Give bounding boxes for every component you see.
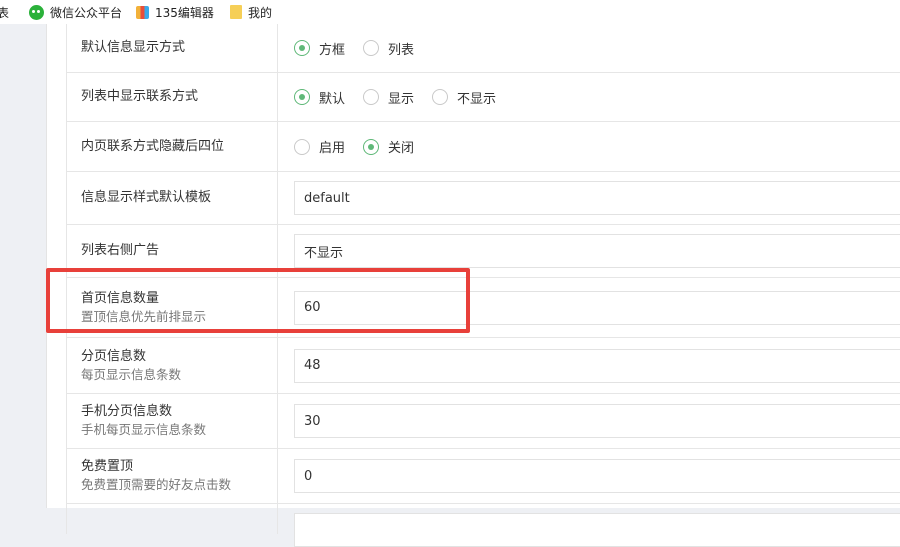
settings-form: 默认信息显示方式 方框 列表 列表中显示联系方式 默认 显示 不显示 内页联系方… [66,24,900,547]
field-cell: default [279,172,900,224]
bookmark-label: 微信公众平台 [50,5,123,20]
row-label-cell: 内页联系方式隐藏后四位 [67,122,278,171]
field-cell: 60 [279,278,900,337]
bookmark-wechat[interactable]: 微信公众平台 [29,0,122,24]
row-template: 信息显示样式默认模板 default [67,172,900,225]
radio-checked-icon [294,89,310,105]
page-count-input[interactable]: 48 [294,348,900,383]
row-label-cell: 手机分页信息数 手机每页显示信息条数 [67,394,278,448]
row-display-mode: 默认信息显示方式 方框 列表 [67,24,900,73]
row-label-cell: 默认信息显示方式 [67,24,278,72]
app-135-icon [136,5,150,19]
row-label-cell: 列表右侧广告 [67,225,278,277]
row-page-count: 分页信息数 每页显示信息条数 48 [67,338,900,394]
row-list-ad: 列表右侧广告 不显示 [67,225,900,278]
row-free-top: 免费置顶 免费置顶需要的好友点击数 0 [67,449,900,504]
field-label: 免费置顶 [81,459,134,474]
field-label: 手机分页信息数 [81,404,173,419]
row-label-cell: 信息显示样式默认模板 [67,172,278,224]
wechat-icon [29,4,45,20]
field-label: 首页信息数量 [81,290,160,306]
folder-icon [229,5,242,19]
field-cell: 30 [279,394,900,448]
field-hint: 置顶信息优先前排显示 [81,308,207,324]
field-label: 默认信息显示方式 [81,40,186,55]
radio-unchecked-icon [363,40,380,56]
free-top-input[interactable]: 0 [294,459,900,493]
bookmark-135[interactable]: 135编辑器 [136,0,214,24]
row-mobile-page-count: 手机分页信息数 手机每页显示信息条数 30 [67,394,900,449]
radio-group-hide-last4: 启用 关闭 [279,122,900,171]
radio-display-list[interactable]: 列表 [363,39,414,58]
row-label-cell: 列表中显示联系方式 [67,73,278,121]
partial-input[interactable] [294,513,900,547]
radio-checked-icon [363,138,380,155]
field-cell: 48 [279,338,900,393]
radio-label: 显示 [388,91,415,107]
row-home-count: 首页信息数量 置顶信息优先前排显示 60 [67,278,900,338]
radio-group-display-mode: 方框 列表 [279,24,900,72]
template-input[interactable]: default [294,181,900,215]
home-count-input[interactable]: 60 [294,290,900,325]
bookmark-item-partial[interactable]: 表 [0,0,9,24]
row-hide-last4: 内页联系方式隐藏后四位 启用 关闭 [67,122,900,172]
list-ad-select[interactable]: 不显示 [294,234,900,268]
radio-unchecked-icon [294,138,310,155]
bookmarks-bar: 表 微信公众平台 135编辑器 我的 [0,0,900,25]
field-label: 信息显示样式默认模板 [81,190,212,205]
field-cell: 不显示 [279,225,900,277]
settings-content: 默认信息显示方式 方框 列表 列表中显示联系方式 默认 显示 不显示 内页联系方… [46,24,900,547]
radio-unchecked-icon [432,89,449,105]
row-label-cell: 分页信息数 每页显示信息条数 [67,338,278,393]
radio-group-list-contact: 默认 显示 不显示 [279,73,900,121]
radio-unchecked-icon [363,89,380,105]
row-list-contact: 列表中显示联系方式 默认 显示 不显示 [67,73,900,122]
row-label-cell [67,504,278,534]
bookmark-folder-mine[interactable]: 我的 [229,0,272,24]
radio-display-box[interactable]: 方框 [294,39,345,58]
radio-contact-show[interactable]: 显示 [363,88,414,107]
field-hint: 免费置顶需要的好友点击数 [81,477,232,492]
radio-label: 关闭 [388,141,415,156]
radio-contact-default[interactable]: 默认 [294,88,345,107]
radio-label: 方框 [319,42,346,58]
field-cell: 0 [279,449,900,503]
field-label: 列表右侧广告 [81,243,160,258]
radio-label: 默认 [319,91,346,107]
radio-hide-disable[interactable]: 关闭 [363,137,414,156]
field-hint: 手机每页显示信息条数 [81,422,207,437]
bookmark-label: 135编辑器 [155,5,214,20]
radio-label: 启用 [319,141,346,156]
radio-contact-hide[interactable]: 不显示 [432,88,496,107]
mobile-page-count-input[interactable]: 30 [294,404,900,438]
bookmark-label: 表 [0,5,10,20]
row-label-cell: 首页信息数量 置顶信息优先前排显示 [67,278,278,337]
radio-checked-icon [294,40,310,56]
radio-label: 列表 [388,42,415,58]
field-label: 内页联系方式隐藏后四位 [81,138,225,154]
field-label: 列表中显示联系方式 [81,89,199,104]
field-label: 分页信息数 [81,348,147,364]
row-label-cell: 免费置顶 免费置顶需要的好友点击数 [67,449,278,503]
radio-hide-enable[interactable]: 启用 [294,137,345,156]
left-sidebar [0,24,46,508]
field-hint: 每页显示信息条数 [81,366,182,382]
radio-label: 不显示 [457,91,497,107]
row-partial [67,504,900,547]
bookmark-label: 我的 [247,5,272,20]
field-cell [279,504,900,547]
